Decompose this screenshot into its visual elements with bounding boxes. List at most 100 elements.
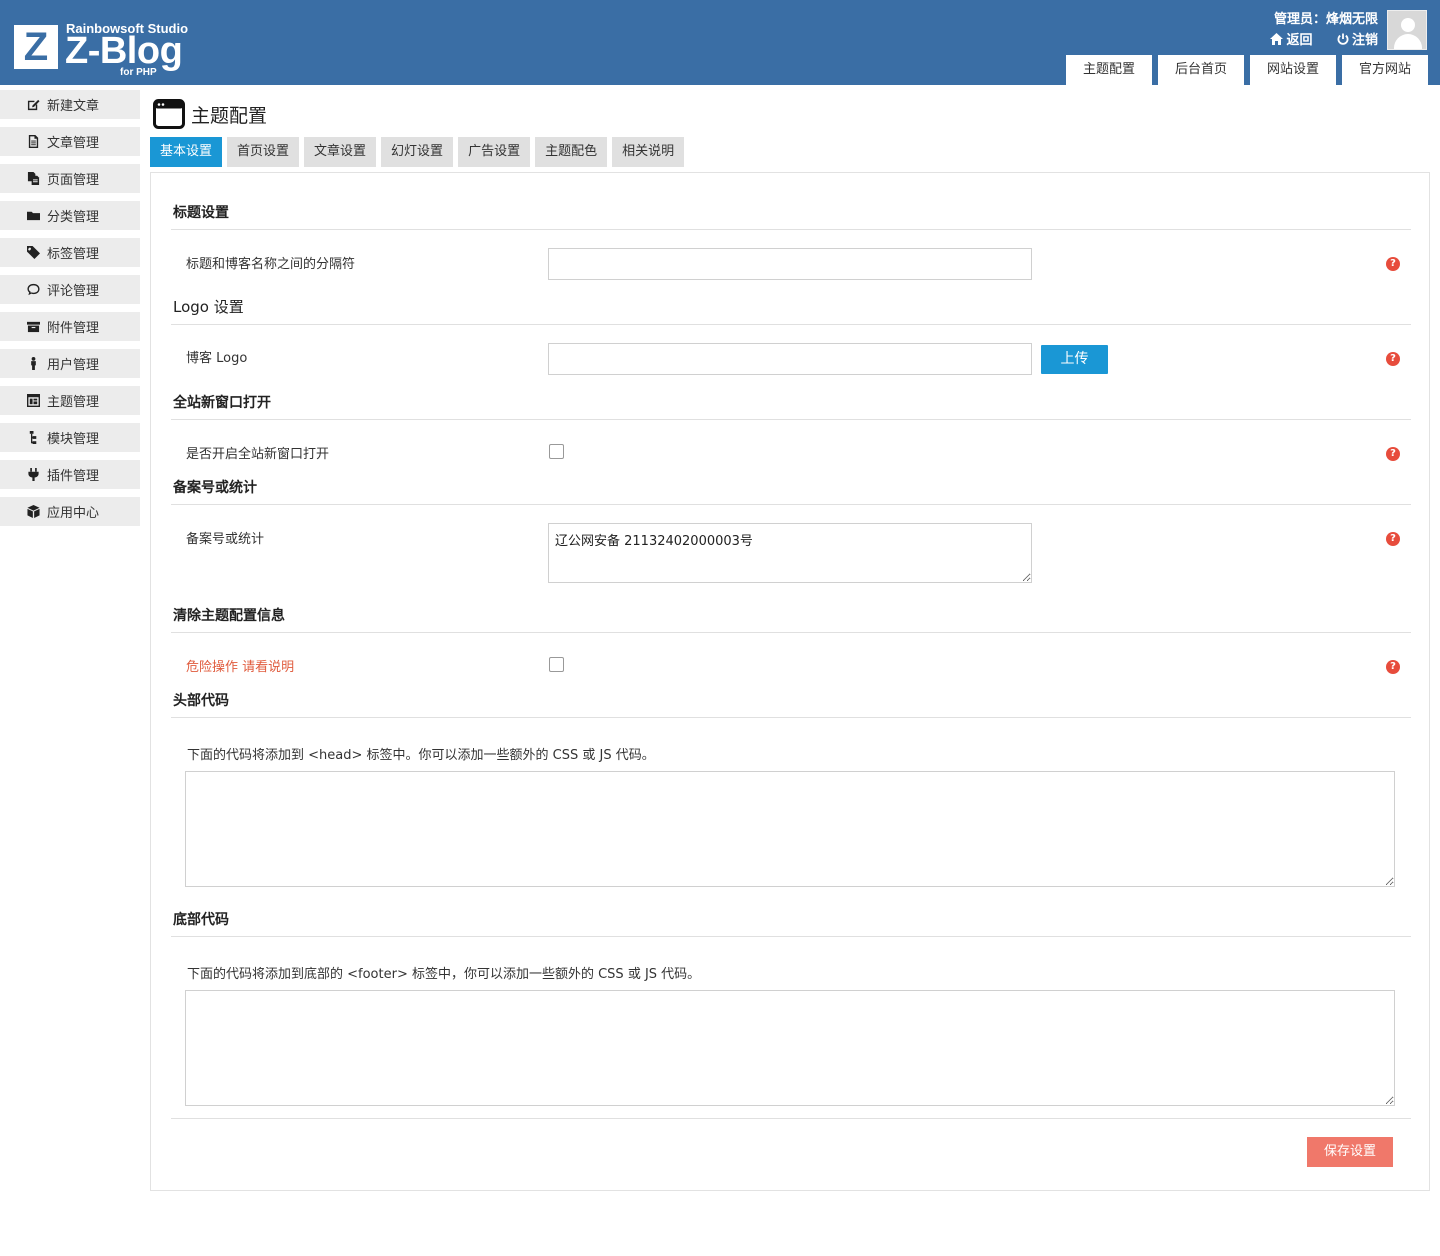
blog-logo-label: 博客 Logo: [186, 351, 248, 366]
cube-icon: [26, 505, 40, 519]
sidebar-item-new-article[interactable]: 新建文章: [0, 90, 140, 119]
power-icon: [1337, 33, 1349, 45]
window-icon: [153, 99, 185, 129]
section-divider: [171, 419, 1411, 420]
sidebar-item-comment-manage[interactable]: 评论管理: [0, 275, 140, 304]
plug-icon: [26, 468, 40, 482]
top-nav-site-settings[interactable]: 网站设置: [1250, 55, 1336, 85]
home-icon: [1270, 33, 1284, 45]
section-clear-config: 清除主题配置信息: [173, 608, 285, 624]
clear-config-label[interactable]: 危险操作 请看说明: [186, 656, 294, 675]
user-info: 管理员：烽烟无限 返回 注销: [1250, 10, 1378, 51]
sidebar-item-label: 插件管理: [47, 469, 100, 484]
icp-label: 备案号或统计: [186, 532, 265, 547]
section-title-settings: 标题设置: [173, 205, 229, 221]
back-link[interactable]: 返回: [1270, 33, 1317, 48]
sidebar-item-page-manage[interactable]: 页面管理: [0, 164, 140, 193]
archive-icon: [26, 320, 40, 334]
tab-theme-colors[interactable]: 主题配色: [535, 137, 608, 167]
sidebar-item-tag-manage[interactable]: 标签管理: [0, 238, 140, 267]
sidebar-item-label: 评论管理: [47, 284, 100, 299]
page-title: 主题配置: [191, 104, 268, 127]
blog-logo-input[interactable]: [548, 343, 1032, 375]
section-head-code: 头部代码: [173, 693, 229, 709]
upload-button[interactable]: 上传: [1041, 345, 1108, 374]
section-divider: [171, 936, 1411, 937]
sidebar-item-module-manage[interactable]: 模块管理: [0, 423, 140, 452]
sidebar-item-attachment-manage[interactable]: 附件管理: [0, 312, 140, 341]
section-icp: 备案号或统计: [173, 480, 257, 496]
head-code-textarea[interactable]: [185, 771, 1395, 887]
sidebar-item-label: 分类管理: [47, 210, 100, 225]
logo-suffix-text: for PHP: [120, 67, 157, 78]
help-icon[interactable]: ?: [1386, 532, 1400, 546]
sidebar-item-theme-manage[interactable]: 主题管理: [0, 386, 140, 415]
back-label: 返回: [1286, 33, 1313, 48]
help-icon[interactable]: ?: [1386, 257, 1400, 271]
sidebar-item-category-manage[interactable]: 分类管理: [0, 201, 140, 230]
logout-label: 注销: [1351, 33, 1378, 48]
folder-icon: [26, 209, 40, 223]
icp-textarea[interactable]: 辽公网安备 21132402000003号: [548, 523, 1032, 583]
sidebar-item-label: 新建文章: [47, 99, 100, 114]
page-header: 主题配置: [153, 99, 267, 129]
section-divider: [171, 229, 1411, 230]
footer-code-description: 下面的代码将添加到底部的 <footer> 标签中，你可以添加一些额外的 CSS…: [187, 967, 701, 982]
tab-slider-settings[interactable]: 幻灯设置: [381, 137, 454, 167]
head-code-description: 下面的代码将添加到 <head> 标签中。你可以添加一些额外的 CSS 或 JS…: [187, 748, 655, 763]
header: Z Rainbowsoft Studio Z-Blog for PHP 管理员：…: [0, 0, 1440, 85]
top-nav-official-site[interactable]: 官方网站: [1342, 55, 1428, 85]
sidebar-item-label: 页面管理: [47, 173, 100, 188]
section-divider: [171, 632, 1411, 633]
help-icon[interactable]: ?: [1386, 352, 1400, 366]
new-window-label: 是否开启全站新窗口打开: [186, 447, 330, 462]
tab-ad-settings[interactable]: 广告设置: [458, 137, 531, 167]
user-icon: [26, 357, 40, 371]
top-nav-theme-config[interactable]: 主题配置: [1066, 55, 1152, 85]
logout-link[interactable]: 注销: [1337, 33, 1378, 48]
sidebar-item-label: 附件管理: [47, 321, 100, 336]
sidebar-item-article-manage[interactable]: 文章管理: [0, 127, 140, 156]
admin-name: 管理员：烽烟无限: [1273, 12, 1378, 27]
section-logo-settings: Logo 设置: [173, 298, 244, 316]
new-window-checkbox[interactable]: [549, 444, 564, 459]
sidebar-item-user-manage[interactable]: 用户管理: [0, 349, 140, 378]
tab-basic-settings[interactable]: 基本设置: [150, 137, 223, 167]
title-separator-input[interactable]: [548, 248, 1032, 280]
document-icon: [26, 135, 40, 149]
top-nav-admin-home[interactable]: 后台首页: [1158, 55, 1244, 85]
footer-code-textarea[interactable]: [185, 990, 1395, 1106]
tag-icon: [26, 246, 40, 260]
layout-icon: [26, 394, 40, 408]
tab-bar: 基本设置 首页设置 文章设置 幻灯设置 广告设置 主题配色 相关说明: [150, 137, 685, 167]
tab-related-notes[interactable]: 相关说明: [612, 137, 685, 167]
avatar[interactable]: [1387, 10, 1427, 50]
tab-home-settings[interactable]: 首页设置: [227, 137, 300, 167]
sidebar-item-app-center[interactable]: 应用中心: [0, 497, 140, 526]
section-divider: [171, 717, 1411, 718]
help-icon[interactable]: ?: [1386, 447, 1400, 461]
sidebar-item-label: 标签管理: [47, 247, 100, 262]
sidebar-item-label: 模块管理: [47, 432, 100, 447]
sidebar: 新建文章 文章管理 页面管理 分类管理 标签管理 评论管理 附件管理 用户管理 …: [0, 90, 140, 534]
files-icon: [26, 172, 40, 186]
save-settings-button[interactable]: 保存设置: [1307, 1137, 1393, 1167]
title-separator-label: 标题和博客名称之间的分隔符: [186, 257, 356, 272]
section-divider: [171, 504, 1411, 505]
top-nav: 主题配置 后台首页 网站设置 官方网站: [1066, 55, 1428, 85]
comment-icon: [26, 283, 40, 297]
section-divider: [171, 1118, 1411, 1119]
sidebar-item-label: 应用中心: [47, 506, 100, 521]
avatar-head: [1401, 18, 1415, 32]
tab-article-settings[interactable]: 文章设置: [304, 137, 377, 167]
section-footer-code: 底部代码: [173, 912, 229, 928]
sidebar-item-label: 用户管理: [47, 358, 100, 373]
logo-z-mark: Z: [14, 25, 58, 69]
section-divider: [171, 324, 1411, 325]
sidebar-item-plugin-manage[interactable]: 插件管理: [0, 460, 140, 489]
edit-icon: [26, 98, 40, 112]
sidebar-item-label: 文章管理: [47, 136, 100, 151]
sitemap-icon: [26, 431, 40, 445]
help-icon[interactable]: ?: [1386, 660, 1400, 674]
clear-config-checkbox[interactable]: [549, 657, 564, 672]
